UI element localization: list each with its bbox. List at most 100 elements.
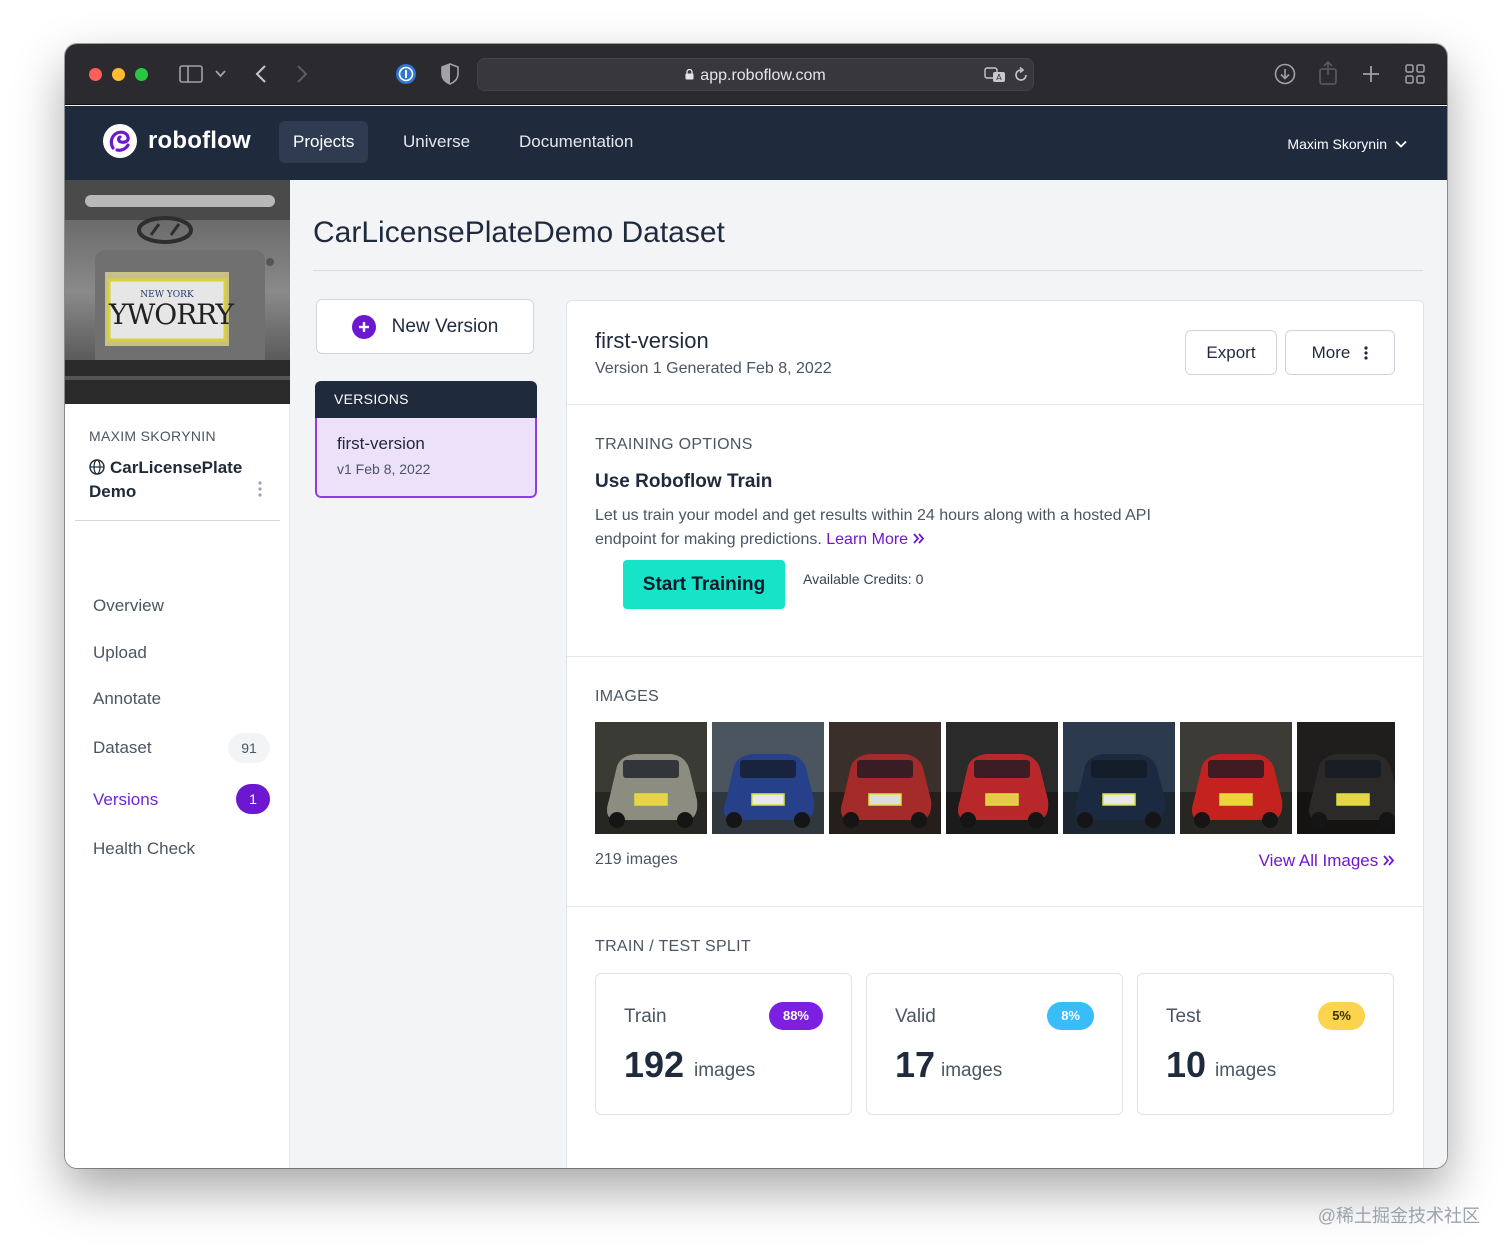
sidebar-item-versions[interactable]: Versions	[93, 790, 158, 810]
sidebar-item-health-check[interactable]: Health Check	[93, 839, 195, 859]
url-text: app.roboflow.com	[700, 67, 826, 84]
version-title: first-version	[595, 328, 709, 353]
sidebar-item-upload[interactable]: Upload	[93, 643, 147, 663]
watermark: @稀土掘金技术社区	[1317, 1206, 1480, 1226]
split-valid-box: Valid 8% 17 images	[866, 973, 1123, 1115]
sidebar-item-annotate[interactable]: Annotate	[93, 689, 161, 709]
project-options-icon[interactable]	[257, 480, 263, 503]
project-sidebar: NEW YORK YWORRY MAXIM SKORYNIN CarLicens…	[65, 180, 290, 1168]
split-name: Test	[1166, 1006, 1201, 1027]
split-count: 10	[1166, 1044, 1207, 1085]
version-item[interactable]: first-version v1 Feb 8, 2022	[315, 418, 537, 498]
card-divider	[567, 906, 1423, 907]
image-thumbnail[interactable]	[1297, 722, 1395, 834]
learn-more-link[interactable]: Learn More	[826, 531, 924, 548]
image-thumbnail[interactable]	[712, 722, 824, 834]
translate-icon[interactable]: A	[984, 67, 1006, 83]
nav-projects[interactable]: Projects	[279, 121, 369, 163]
forward-icon[interactable]	[296, 65, 308, 83]
versions-list: VERSIONS first-version v1 Feb 8, 2022	[315, 381, 537, 498]
project-owner: MAXIM SKORYNIN	[89, 428, 216, 444]
image-thumbnail[interactable]	[946, 722, 1058, 834]
images-label: IMAGES	[595, 688, 660, 705]
sidebar-item-dataset[interactable]: Dataset	[93, 738, 152, 758]
thumb-plate-text: YWORRY	[109, 298, 234, 331]
dataset-count-badge: 91	[228, 733, 270, 763]
versions-header: VERSIONS	[315, 381, 537, 418]
browser-window: app.roboflow.com A roboflow Projects Uni…	[65, 44, 1447, 1168]
minimize-window-button[interactable]	[112, 68, 125, 81]
browser-toolbar: app.roboflow.com A	[65, 44, 1447, 105]
project-thumbnail[interactable]: NEW YORK YWORRY	[65, 180, 290, 404]
address-bar[interactable]: app.roboflow.com A	[477, 58, 1034, 91]
project-name-line2: Demo	[89, 482, 137, 501]
user-menu[interactable]: Maxim Skorynin	[1287, 136, 1407, 152]
reload-icon[interactable]	[1013, 67, 1029, 83]
image-count: 219 images	[595, 851, 678, 868]
user-name: Maxim Skorynin	[1287, 136, 1387, 152]
main-content: CarLicensePlateDemo Dataset New Version …	[291, 180, 1447, 1168]
learn-more-label: Learn More	[826, 531, 909, 548]
image-thumbnails	[595, 722, 1395, 834]
split-name: Train	[624, 1006, 667, 1027]
image-thumbnail[interactable]	[595, 722, 707, 834]
sidebar-toggle-icon[interactable]	[179, 65, 203, 83]
split-percent-badge: 8%	[1047, 1002, 1094, 1030]
image-thumbnail[interactable]	[1063, 722, 1175, 834]
plus-icon	[351, 314, 376, 339]
project-name-line1: CarLicensePlate	[110, 458, 243, 477]
split-unit: images	[941, 1060, 1003, 1081]
split-percent-badge: 5%	[1318, 1002, 1365, 1030]
new-tab-icon[interactable]	[1362, 65, 1380, 83]
card-divider	[567, 404, 1423, 405]
start-training-button[interactable]: Start Training	[623, 560, 785, 609]
training-options-label: TRAINING OPTIONS	[595, 436, 753, 453]
lock-icon	[685, 69, 694, 80]
password-manager-icon[interactable]	[395, 63, 417, 85]
view-all-images-link[interactable]: View All Images	[1259, 851, 1395, 871]
export-button[interactable]: Export	[1185, 330, 1277, 375]
version-detail-card: first-version Version 1 Generated Feb 8,…	[566, 300, 1424, 1168]
view-all-label: View All Images	[1258, 851, 1379, 870]
downloads-icon[interactable]	[1274, 63, 1296, 85]
brand-name: roboflow	[148, 127, 251, 154]
chevron-down-icon	[1395, 140, 1407, 148]
training-heading: Use Roboflow Train	[595, 471, 773, 492]
nav-universe[interactable]: Universe	[389, 121, 484, 163]
split-count: 192	[624, 1044, 685, 1085]
split-label: TRAIN / TEST SPLIT	[595, 938, 751, 955]
nav-documentation[interactable]: Documentation	[505, 121, 647, 163]
zoom-window-button[interactable]	[135, 68, 148, 81]
privacy-shield-icon[interactable]	[441, 63, 459, 85]
split-percent-badge: 88%	[768, 1002, 823, 1030]
split-train-box: Train 88% 192 images	[595, 973, 852, 1115]
roboflow-logo[interactable]: roboflow	[103, 124, 251, 158]
card-divider	[567, 656, 1423, 657]
svg-text:A: A	[996, 73, 1002, 82]
double-chevron-right-icon	[912, 533, 924, 544]
close-window-button[interactable]	[89, 68, 102, 81]
back-icon[interactable]	[255, 65, 267, 83]
double-chevron-right-icon	[1383, 855, 1395, 866]
split-count: 17	[895, 1044, 936, 1085]
chevron-down-icon[interactable]	[215, 70, 226, 78]
split-unit: images	[1215, 1060, 1277, 1081]
version-subtitle: Version 1 Generated Feb 8, 2022	[595, 360, 832, 377]
project-name[interactable]: CarLicensePlate Demo	[89, 456, 249, 504]
available-credits: Available Credits: 0	[803, 571, 924, 587]
roboflow-logo-icon	[103, 124, 137, 158]
sidebar-item-overview[interactable]: Overview	[93, 596, 164, 616]
globe-icon	[89, 459, 105, 475]
share-icon[interactable]	[1319, 61, 1337, 85]
versions-count-badge: 1	[236, 784, 270, 814]
more-button[interactable]: More	[1285, 330, 1395, 375]
tab-overview-icon[interactable]	[1405, 64, 1425, 84]
more-label: More	[1311, 342, 1351, 362]
split-unit: images	[694, 1060, 756, 1081]
image-thumbnail[interactable]	[829, 722, 941, 834]
title-divider	[313, 270, 1423, 271]
split-test-box: Test 5% 10 images	[1137, 973, 1394, 1115]
new-version-button[interactable]: New Version	[316, 299, 534, 354]
image-thumbnail[interactable]	[1180, 722, 1292, 834]
split-name: Valid	[895, 1006, 936, 1027]
